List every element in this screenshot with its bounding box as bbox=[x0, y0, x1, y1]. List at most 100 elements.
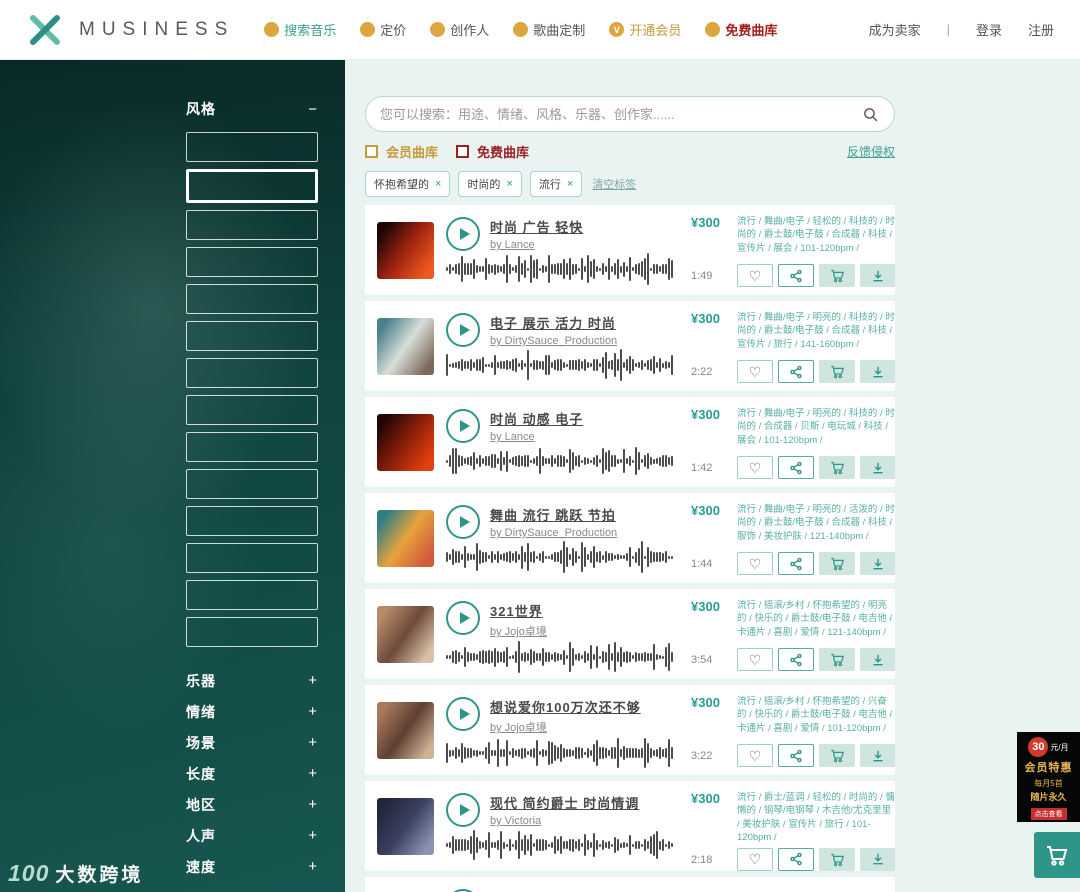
song-title-link[interactable]: 电子 展示 活力 时尚 bbox=[490, 313, 617, 332]
sidebar-section-toggle[interactable]: 乐器 + bbox=[186, 665, 318, 696]
song-title-link[interactable]: 想说爱你100万次还不够 bbox=[490, 697, 641, 716]
waveform[interactable] bbox=[446, 348, 679, 382]
add-to-cart-button[interactable] bbox=[819, 847, 855, 871]
song-tags[interactable]: 流行 / 舞曲/电子 / 轻松的 / 科技的 / 时尚的 / 爵士鼓/电子鼓 /… bbox=[737, 215, 895, 258]
play-button[interactable] bbox=[446, 217, 480, 251]
song-tags[interactable]: 流行 / 爵士/蓝调 / 轻松的 / 时尚的 / 慵懒的 / 钢琴/电钢琴 / … bbox=[737, 791, 895, 845]
report-infringement-link[interactable]: 反馈侵权 bbox=[847, 143, 895, 160]
share-button[interactable] bbox=[778, 847, 814, 871]
share-button[interactable] bbox=[778, 648, 814, 671]
song-artist-link[interactable]: by DirtySauce_Production bbox=[490, 335, 617, 347]
favorite-button[interactable]: ♡ bbox=[737, 744, 773, 767]
genre-filter-button[interactable] bbox=[186, 395, 318, 425]
nav-item[interactable]: 定价 bbox=[360, 20, 406, 39]
login-link[interactable]: 登录 bbox=[976, 20, 1002, 39]
waveform[interactable] bbox=[446, 736, 679, 770]
genre-filter-button[interactable] bbox=[186, 543, 318, 573]
song-tags[interactable]: 流行 / 舞曲/电子 / 明亮的 / 科技的 / 时尚的 / 合成器 / 贝斯 … bbox=[737, 407, 895, 450]
song-title-link[interactable]: 舞曲 流行 跳跃 节拍 bbox=[490, 505, 617, 524]
song-title-link[interactable]: 时尚 动感 电子 bbox=[490, 409, 583, 428]
sidebar-section-toggle[interactable]: 长度 + bbox=[186, 758, 318, 789]
brand-logo[interactable]: MUSINESS bbox=[26, 13, 234, 47]
membership-promo-ad[interactable]: 30 元/月 会员特惠 每月5首 随片永久 点击查看 bbox=[1017, 732, 1080, 822]
play-button[interactable] bbox=[446, 601, 480, 635]
nav-item[interactable]: 创作人 bbox=[430, 20, 489, 39]
play-button[interactable] bbox=[446, 505, 480, 539]
song-artist-link[interactable]: by Jojo卓境 bbox=[490, 623, 547, 639]
genre-filter-button[interactable] bbox=[186, 210, 318, 240]
share-button[interactable] bbox=[778, 552, 814, 575]
favorite-button[interactable]: ♡ bbox=[737, 360, 773, 383]
download-button[interactable] bbox=[860, 552, 895, 575]
play-button[interactable] bbox=[446, 313, 480, 347]
play-button[interactable] bbox=[446, 697, 480, 731]
song-tags[interactable]: 流行 / 摇滚/乡村 / 怀抱希望的 / 兴奋的 / 快乐的 / 爵士鼓/电子鼓… bbox=[737, 695, 895, 738]
remove-tag-icon[interactable]: × bbox=[506, 178, 512, 190]
free-library-label[interactable]: 免费曲库 bbox=[477, 142, 529, 161]
nav-item[interactable]: 搜索音乐 bbox=[264, 20, 336, 39]
song-artist-link[interactable]: by DirtySauce_Production bbox=[490, 527, 617, 539]
waveform[interactable] bbox=[446, 444, 679, 478]
add-to-cart-button[interactable] bbox=[819, 648, 855, 671]
add-to-cart-button[interactable] bbox=[819, 456, 855, 479]
waveform[interactable] bbox=[446, 640, 679, 674]
filter-tag[interactable]: 怀抱希望的 × bbox=[365, 171, 451, 197]
song-tags[interactable]: 流行 / 舞曲/电子 / 明亮的 / 活泼的 / 时尚的 / 爵士鼓/电子鼓 /… bbox=[737, 503, 895, 546]
song-artist-link[interactable]: by Lance bbox=[490, 239, 583, 251]
genre-filter-button[interactable] bbox=[186, 469, 318, 499]
play-button[interactable] bbox=[446, 409, 480, 443]
play-button[interactable] bbox=[446, 793, 480, 827]
genre-filter-button[interactable] bbox=[186, 506, 318, 536]
download-button[interactable] bbox=[860, 360, 895, 383]
waveform[interactable] bbox=[446, 828, 679, 862]
filter-tag[interactable]: 流行 × bbox=[529, 171, 583, 197]
nav-item[interactable]: V 开通会员 bbox=[609, 20, 681, 39]
waveform[interactable] bbox=[446, 540, 679, 574]
add-to-cart-button[interactable] bbox=[819, 360, 855, 383]
add-to-cart-button[interactable] bbox=[819, 264, 855, 287]
genre-filter-button[interactable] bbox=[186, 580, 318, 610]
genre-filter-button[interactable] bbox=[186, 247, 318, 277]
song-tags[interactable]: 流行 / 摇滚/乡村 / 怀抱希望的 / 明亮的 / 快乐的 / 爵士鼓/电子鼓… bbox=[737, 599, 895, 642]
song-title-link[interactable]: 321世界 bbox=[490, 601, 547, 620]
add-to-cart-button[interactable] bbox=[819, 552, 855, 575]
favorite-button[interactable]: ♡ bbox=[737, 456, 773, 479]
sidebar-section-toggle[interactable]: 地区 + bbox=[186, 789, 318, 820]
filter-tag[interactable]: 时尚的 × bbox=[458, 171, 522, 197]
add-to-cart-button[interactable] bbox=[819, 744, 855, 767]
song-tags[interactable]: 流行 / 舞曲/电子 / 明亮的 / 科技的 / 时尚的 / 爵士鼓/电子鼓 /… bbox=[737, 311, 895, 354]
download-button[interactable] bbox=[860, 456, 895, 479]
share-button[interactable] bbox=[778, 744, 814, 767]
sidebar-section-toggle[interactable]: 场景 + bbox=[186, 727, 318, 758]
sidebar-section-toggle[interactable]: 速度 + bbox=[186, 851, 318, 882]
download-button[interactable] bbox=[860, 264, 895, 287]
nav-item[interactable]: 歌曲定制 bbox=[513, 20, 585, 39]
download-button[interactable] bbox=[860, 648, 895, 671]
favorite-button[interactable]: ♡ bbox=[737, 847, 773, 871]
sidebar-section-toggle[interactable]: 风格 − bbox=[186, 94, 318, 124]
genre-filter-button[interactable] bbox=[186, 321, 318, 351]
sidebar-section-toggle[interactable]: 情绪 + bbox=[186, 696, 318, 727]
genre-filter-button[interactable] bbox=[186, 432, 318, 462]
floating-cart-button[interactable] bbox=[1034, 832, 1080, 878]
search-input[interactable] bbox=[380, 106, 860, 122]
share-button[interactable] bbox=[778, 360, 814, 383]
nav-item[interactable]: 免费曲库 bbox=[705, 20, 777, 39]
remove-tag-icon[interactable]: × bbox=[567, 178, 573, 190]
download-button[interactable] bbox=[860, 847, 895, 871]
song-artist-link[interactable]: by Lance bbox=[490, 431, 583, 443]
share-button[interactable] bbox=[778, 456, 814, 479]
sidebar-section-toggle[interactable]: 人声 + bbox=[186, 820, 318, 851]
member-library-checkbox[interactable] bbox=[365, 145, 378, 158]
search-button[interactable] bbox=[860, 104, 880, 124]
download-button[interactable] bbox=[860, 744, 895, 767]
free-library-checkbox[interactable] bbox=[456, 145, 470, 158]
become-seller-link[interactable]: 成为卖家 bbox=[869, 20, 921, 39]
favorite-button[interactable]: ♡ bbox=[737, 552, 773, 575]
song-artist-link[interactable]: by Victoria bbox=[490, 815, 639, 827]
promo-cta-button[interactable]: 点击查看 bbox=[1030, 808, 1067, 820]
share-button[interactable] bbox=[778, 264, 814, 287]
song-artist-link[interactable]: by Jojo卓境 bbox=[490, 719, 641, 735]
genre-filter-button[interactable] bbox=[186, 132, 318, 162]
song-title-link[interactable]: 现代 简约爵士 时尚情调 bbox=[490, 793, 639, 812]
